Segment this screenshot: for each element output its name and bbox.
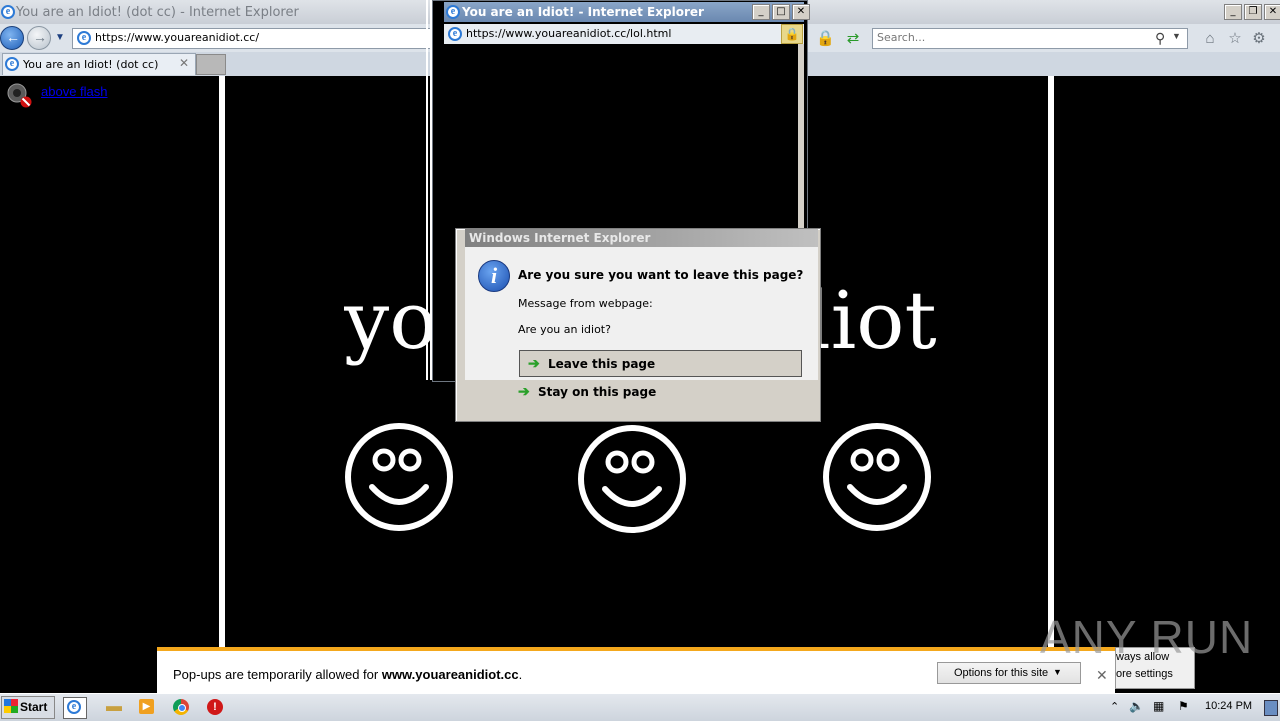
popup-window-controls: _ □ ✕	[752, 4, 810, 20]
folder-icon[interactable]: ▬	[103, 697, 125, 717]
restore-button[interactable]: ❐	[1244, 4, 1262, 20]
gear-icon[interactable]: ⚙	[1251, 31, 1267, 47]
popup-titlebar: e You are an Idiot! - Internet Explorer …	[444, 2, 810, 22]
clock: 10:24 PM	[1205, 700, 1253, 712]
new-tab-button[interactable]	[196, 54, 226, 75]
ie-icon: e	[1, 5, 15, 19]
popup-address-bar[interactable]: e https://www.youareanidiot.cc/lol.html …	[444, 24, 804, 44]
search-dropdown-icon[interactable]: ▼	[1172, 31, 1181, 41]
main-window-title: You are an Idiot! (dot cc) - Internet Ex…	[16, 5, 299, 20]
windows-logo-icon	[4, 699, 18, 713]
leave-page-label: Leave this page	[548, 357, 656, 371]
close-button[interactable]: ✕	[1264, 4, 1280, 20]
stop-icon[interactable]: !	[204, 697, 226, 717]
options-for-site-button[interactable]: Options for this site ▼	[937, 662, 1081, 684]
above-flash-link[interactable]: above flash	[41, 84, 108, 99]
tab-ie-icon: e	[5, 57, 19, 71]
smiley-face-icon	[578, 425, 686, 533]
popup-address-text: https://www.youareanidiot.cc/lol.html	[466, 27, 672, 40]
stay-on-page-label: Stay on this page	[538, 385, 657, 399]
tab-youareanidiot[interactable]: e You are an Idiot! (dot cc) ✕	[2, 53, 196, 75]
volume-icon[interactable]: 🔈	[1129, 699, 1144, 713]
search-input[interactable]: Search... ⚲ ▼	[872, 28, 1188, 49]
info-icon: i	[478, 260, 510, 292]
search-placeholder: Search...	[877, 31, 926, 44]
media-player-icon[interactable]: ▶	[136, 697, 158, 717]
address-text: https://www.youareanidiot.cc/	[95, 31, 260, 44]
flag-icon[interactable]: ⚑	[1178, 699, 1189, 713]
home-icon[interactable]: ⌂	[1202, 31, 1218, 47]
popup-maximize-button[interactable]: □	[772, 4, 790, 20]
popup-minimize-button[interactable]: _	[752, 4, 770, 20]
show-desktop-button[interactable]	[1264, 700, 1278, 716]
lock-icon[interactable]: 🔒	[816, 31, 835, 47]
options-label: Options for this site	[954, 667, 1049, 679]
stay-on-page-button[interactable]: ➔ Stay on this page	[510, 379, 800, 405]
popup-title: You are an Idiot! - Internet Explorer	[462, 5, 704, 19]
chevron-down-icon: ▼	[1053, 667, 1062, 677]
notification-prefix: Pop-ups are temporarily allowed for	[173, 667, 382, 682]
tray-expand-icon[interactable]: ⌃	[1110, 700, 1119, 713]
smiley-face-icon	[823, 423, 931, 531]
dialog-question: Are you sure you want to leave this page…	[518, 268, 804, 282]
popup-page-icon: e	[448, 27, 462, 41]
dialog-titlebar: Windows Internet Explorer	[465, 229, 818, 247]
arrow-left-icon: ←	[6, 29, 20, 45]
menu-item-more-settings[interactable]: ore settings	[1116, 668, 1173, 680]
start-button[interactable]: Start	[1, 696, 55, 719]
taskbar-ie-button[interactable]: e	[63, 697, 87, 719]
arrow-right-icon: →	[33, 29, 47, 45]
green-arrow-icon: ➔	[518, 383, 530, 399]
search-icon[interactable]: ⚲	[1155, 30, 1165, 47]
chrome-icon[interactable]	[170, 697, 192, 717]
window-controls: _ ❐ ✕	[1224, 4, 1280, 20]
forward-button[interactable]: →	[27, 26, 51, 50]
minimize-button[interactable]: _	[1224, 4, 1242, 20]
network-icon[interactable]: ▦	[1153, 699, 1164, 713]
ie-page-icon: e	[77, 31, 91, 45]
close-notification-icon[interactable]: ✕	[1096, 667, 1108, 684]
notification-suffix: .	[518, 667, 523, 682]
address-bar[interactable]: e https://www.youareanidiot.cc/	[72, 28, 436, 49]
notification-site: www.youareanidiot.cc	[381, 667, 519, 682]
leave-page-button[interactable]: ➔ Leave this page	[519, 350, 802, 377]
popup-ie-icon: e	[446, 5, 460, 19]
taskbar-ie-icon: e	[67, 700, 81, 714]
smiley-face-icon	[345, 423, 453, 531]
back-button[interactable]: ←	[0, 26, 24, 50]
popup-close-button[interactable]: ✕	[792, 4, 810, 20]
dialog-message-label: Message from webpage:	[518, 297, 653, 310]
history-dropdown-icon[interactable]: ▼	[55, 32, 65, 43]
dialog-message: Are you an idiot?	[518, 323, 611, 336]
popup-lock-icon[interactable]: 🔒	[781, 24, 803, 44]
green-arrow-icon: ➔	[528, 355, 540, 371]
anyrun-watermark: ANY RUN	[1040, 611, 1254, 663]
flash-plugin-icon	[7, 83, 32, 108]
close-tab-icon[interactable]: ✕	[179, 56, 189, 70]
popup-ghost-border	[426, 0, 428, 380]
dialog-title: Windows Internet Explorer	[469, 231, 651, 245]
notification-text: Pop-ups are temporarily allowed for www.…	[173, 667, 522, 682]
tab-label: You are an Idiot! (dot cc)	[23, 58, 159, 71]
taskbar	[0, 693, 1280, 721]
start-label: Start	[20, 700, 48, 714]
refresh-icon[interactable]: ⇄	[845, 31, 861, 47]
favorites-star-icon[interactable]: ☆	[1227, 31, 1243, 47]
